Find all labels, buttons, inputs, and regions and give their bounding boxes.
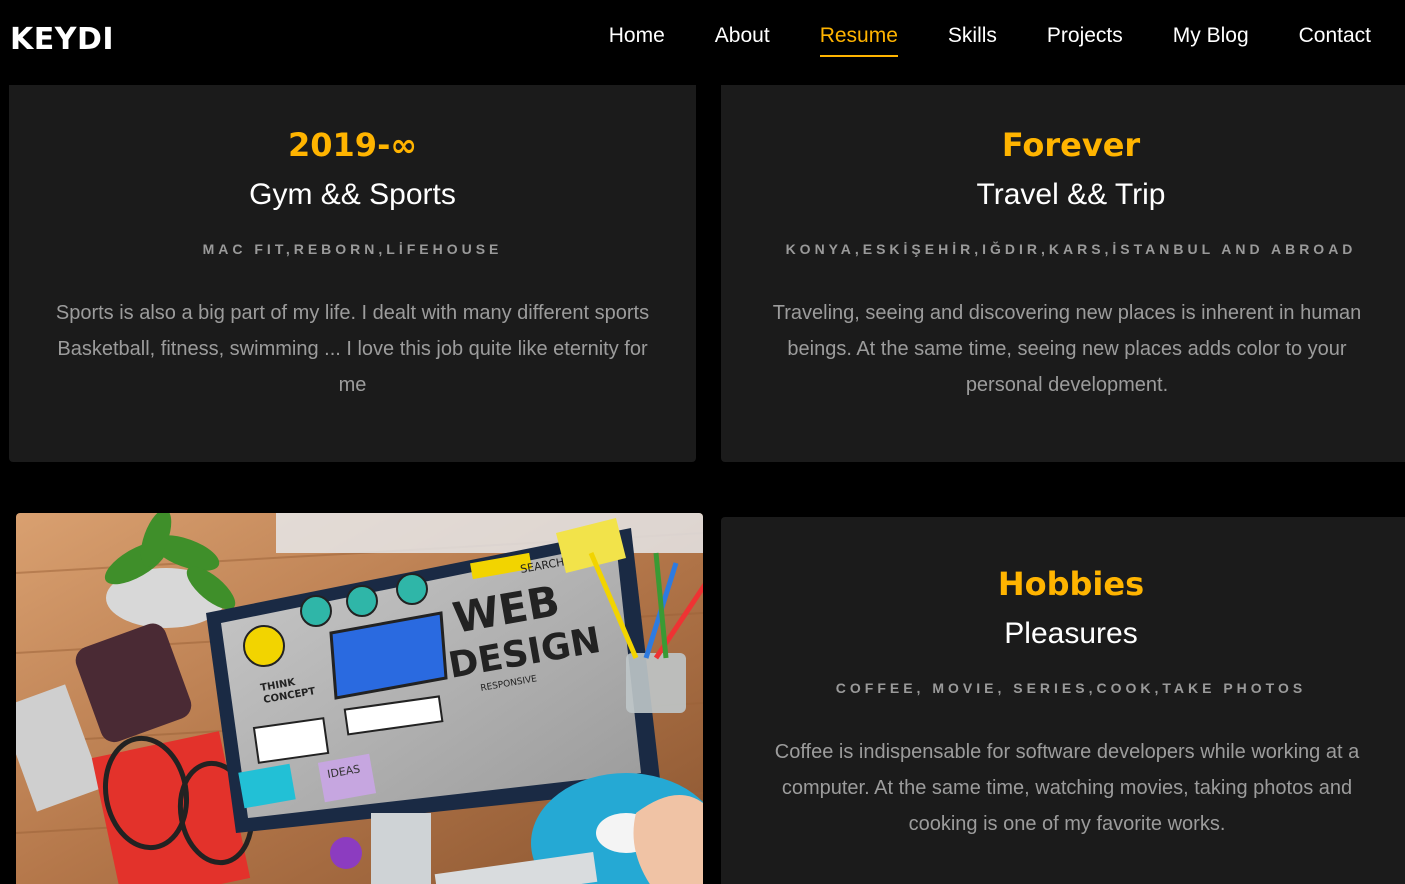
card-description: Coffee is indispensable for software dev… [774, 741, 1360, 835]
nav-resume[interactable]: Resume [819, 24, 898, 57]
card-subtitle: COFFEE, MOVIE, SERIES,COOK,TAKE PHOTOS [835, 680, 1307, 696]
nav-home[interactable]: Home [609, 24, 665, 57]
card-description: Traveling, seeing and discovering new pl… [772, 302, 1362, 396]
brand-logo[interactable]: KEYDI [10, 22, 114, 57]
resume-card-travel: Forever Travel && Trip KONYA,ESKİŞEHİR,I… [721, 68, 1405, 462]
top-navbar: KEYDI Home About Resume Skills Projects … [0, 0, 1405, 85]
card-period: Forever [1001, 126, 1141, 164]
card-title: Pleasures [1004, 617, 1138, 650]
nav-about[interactable]: About [715, 24, 770, 57]
card-description: Sports is also a big part of my life. I … [55, 302, 650, 396]
card-title: Travel && Trip [976, 178, 1166, 211]
nav-contact[interactable]: Contact [1299, 24, 1371, 57]
card-period: Hobbies [997, 565, 1145, 603]
resume-card-gym: 2019-∞ Gym && Sports MAC FIT,REBORN,LİFE… [9, 68, 696, 462]
card-title: Gym && Sports [249, 178, 456, 211]
resume-card-hobbies: Hobbies Pleasures COFFEE, MOVIE, SERIES,… [721, 517, 1405, 884]
nav-projects[interactable]: Projects [1047, 24, 1123, 57]
card-subtitle: MAC FIT,REBORN,LİFEHOUSE [202, 241, 503, 257]
web-design-photo: WEB DESIGN SEARCH THINK CONCEPT RESPONSI… [16, 513, 703, 884]
nav-skills[interactable]: Skills [948, 24, 997, 57]
card-subtitle: KONYA,ESKİŞEHİR,IĞDIR,KARS,İSTANBUL AND … [785, 241, 1357, 257]
card-period: 2019-∞ [288, 126, 417, 164]
nav-my-blog[interactable]: My Blog [1173, 24, 1249, 57]
main-nav: Home About Resume Skills Projects My Blo… [609, 24, 1371, 57]
